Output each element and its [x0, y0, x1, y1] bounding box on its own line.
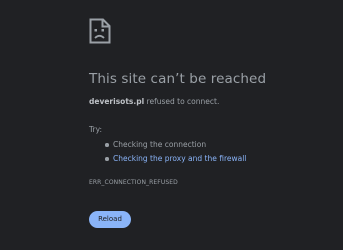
error-host: deverisots.pl	[89, 97, 145, 106]
try-label: Try:	[89, 125, 102, 134]
reload-button[interactable]: Reload	[89, 211, 131, 228]
suggestion-item-proxy-firewall[interactable]: Checking the proxy and the firewall	[105, 152, 329, 166]
error-content: This site can’t be reached deverisots.pl…	[89, 18, 329, 188]
suggestion-list: Checking the connection Checking the pro…	[89, 138, 329, 166]
proxy-firewall-link[interactable]: Checking the proxy and the firewall	[113, 154, 246, 163]
error-message-suffix: refused to connect.	[144, 97, 220, 106]
sad-page-icon	[89, 18, 329, 44]
error-page: This site can’t be reached deverisots.pl…	[0, 0, 343, 250]
error-title: This site can’t be reached	[89, 71, 267, 87]
bullet-icon	[105, 157, 109, 161]
suggestion-item-connection: Checking the connection	[105, 138, 329, 152]
error-message: deverisots.pl refused to connect.	[89, 96, 329, 108]
bullet-icon	[105, 143, 109, 147]
suggestion-label: Checking the connection	[113, 140, 207, 149]
error-code: ERR_CONNECTION_REFUSED	[89, 179, 178, 186]
